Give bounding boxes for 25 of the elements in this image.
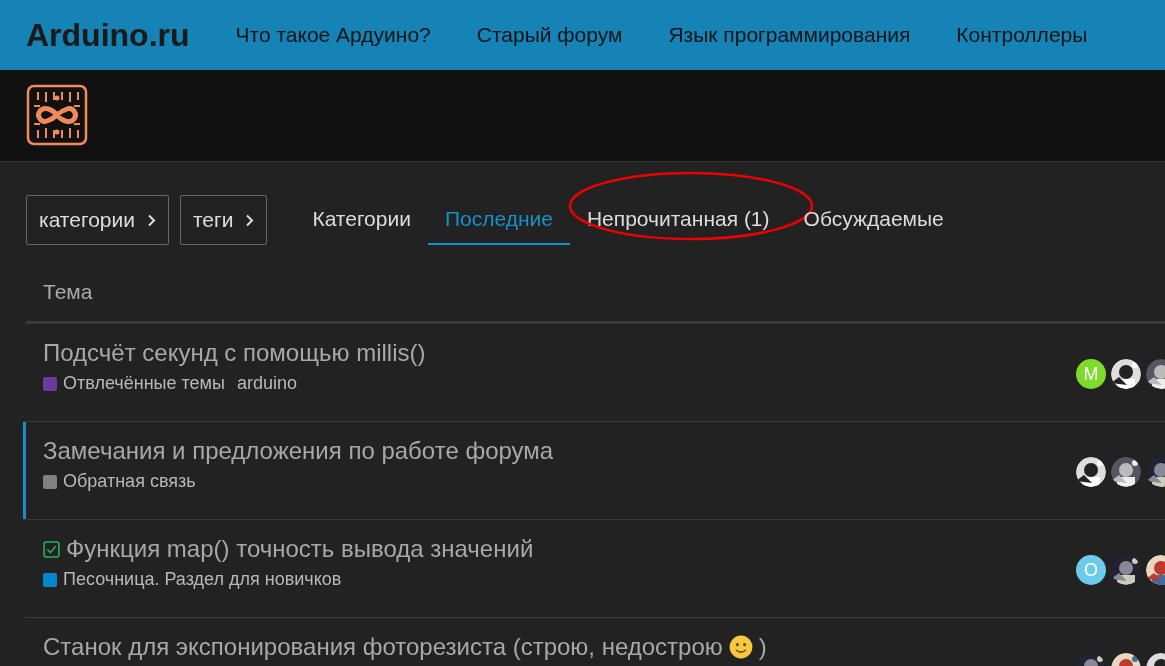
filter-dropdown[interactable]: теги — [179, 195, 268, 245]
nav-link[interactable]: Что такое Ардуино? — [235, 23, 431, 47]
nav-link[interactable]: Контроллеры — [956, 23, 1088, 47]
site-brand[interactable]: Arduino.ru — [26, 16, 190, 54]
category-link[interactable]: Отвлечённые темы — [63, 373, 225, 394]
filter-dropdown[interactable]: категории — [26, 195, 169, 245]
topic-title[interactable]: Замечания и предложения по работе форума — [43, 437, 554, 465]
nav-link[interactable]: Старый форум — [476, 23, 623, 47]
chevron-icon — [146, 213, 156, 227]
topic-title[interactable]: Подсчёт секунд с помощью millis() — [43, 339, 426, 367]
category-link[interactable]: Песочница. Раздел для новичков — [63, 569, 342, 590]
nav-tab[interactable]: Последние — [427, 195, 570, 245]
column-header[interactable]: Тема — [43, 280, 93, 304]
topic-title[interactable]: ) — [758, 633, 767, 661]
tag-link[interactable]: arduino — [236, 373, 297, 394]
category-link[interactable]: Обратная связь — [63, 471, 196, 492]
chevron-icon — [245, 213, 255, 227]
nav-link[interactable]: Язык программирования — [668, 23, 911, 47]
nav-tab[interactable]: Категории — [295, 195, 428, 245]
logo-icon[interactable] — [26, 83, 88, 146]
nav-tab[interactable]: Обсуждаемые — [786, 195, 961, 245]
topic-title[interactable]: Функция map() точность вывода значений — [66, 535, 534, 563]
topic-title[interactable]: Станок для экспонирования фоторезиста (строю, недострою — [43, 633, 723, 661]
nav-tab[interactable]: Непрочитанная (1) — [569, 195, 787, 245]
smiley-icon — [728, 635, 753, 659]
